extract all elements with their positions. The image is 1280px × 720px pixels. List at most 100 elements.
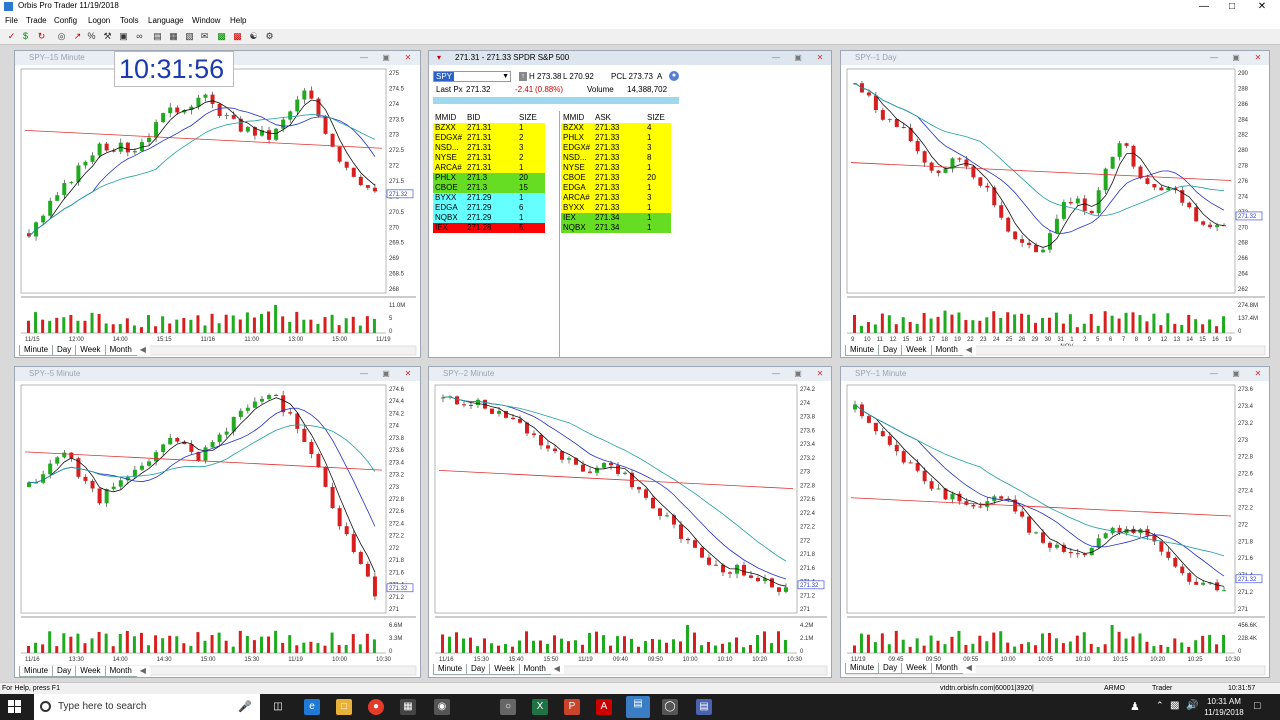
tab-scroll-left-icon[interactable]: ◀: [961, 663, 976, 673]
tab-scroll-left-icon[interactable]: ◀: [135, 666, 150, 676]
tab-scroll-left-icon[interactable]: ◀: [135, 345, 150, 355]
red-grid-icon[interactable]: ▩: [232, 31, 243, 42]
edge-icon[interactable]: e: [304, 699, 320, 715]
window-icon[interactable]: ▣: [118, 31, 129, 42]
chevron-up-icon[interactable]: ⌃: [1156, 700, 1164, 711]
ask-col-header[interactable]: MMID: [563, 113, 584, 123]
tab-week[interactable]: Week: [901, 345, 932, 356]
ask-col-header[interactable]: ASK: [595, 113, 611, 123]
arrow-icon[interactable]: ✓: [6, 31, 17, 42]
ask-row[interactable]: IEX 271.34 1: [561, 213, 671, 223]
bid-row[interactable]: BZXX 271.31 1: [433, 123, 545, 133]
dollar-icon[interactable]: $: [20, 31, 31, 42]
tab-minute[interactable]: Minute: [433, 664, 468, 675]
chart-panel-5min[interactable]: SPY--5 Minute — ▣ ✕ 274.6 274.4 274.2 274 27…: [14, 366, 421, 678]
layout-icon[interactable]: ▧: [184, 31, 195, 42]
menu-config[interactable]: Config: [54, 14, 77, 28]
people-icon[interactable]: ♟: [1130, 700, 1140, 713]
bid-row[interactable]: NSD... 271.31 3: [433, 143, 545, 153]
tab-day[interactable]: Day: [52, 666, 77, 677]
chevron-down-icon[interactable]: ▼: [502, 72, 509, 81]
bid-row[interactable]: CBOE 271.3 15: [433, 183, 545, 193]
tools-icon[interactable]: ⚒: [102, 31, 113, 42]
close-icon[interactable]: ✕: [1244, 0, 1280, 13]
tab-scroll-left-icon[interactable]: ◀: [549, 664, 564, 674]
chart-up-icon[interactable]: ↗: [72, 31, 83, 42]
tab-day[interactable]: Day: [878, 345, 903, 356]
menu-tools[interactable]: Tools: [120, 14, 139, 28]
minimize-icon[interactable]: —: [771, 53, 781, 62]
powerpoint-icon[interactable]: P: [564, 699, 580, 715]
tab-week[interactable]: Week: [75, 666, 106, 677]
notification-icon[interactable]: □: [1254, 700, 1261, 712]
tab-minute[interactable]: Minute: [845, 663, 880, 674]
bid-row[interactable]: EDGA 271.29 6: [433, 203, 545, 213]
chart-panel-15min[interactable]: SPY--15 Minute — ▣ ✕ 275 274.5 274 273.5 273…: [14, 50, 421, 358]
tab-day[interactable]: Day: [878, 663, 903, 674]
tab-month[interactable]: Month: [104, 345, 137, 356]
level2-quote-panel[interactable]: 271.31 - 271.33 SPDR S&P 500 ▾ — ▣ ✕ SPY…: [428, 50, 832, 358]
ask-row[interactable]: BYXX 271.33 1: [561, 203, 671, 213]
ask-row[interactable]: BZXX 271.33 4: [561, 123, 671, 133]
refresh-icon[interactable]: ↻: [36, 31, 47, 42]
menu-window[interactable]: Window: [192, 14, 220, 28]
tab-week[interactable]: Week: [901, 663, 932, 674]
bid-row[interactable]: PHLX 271.3 20: [433, 173, 545, 183]
bid-col-header[interactable]: SIZE: [519, 113, 537, 123]
tab-day[interactable]: Day: [52, 345, 77, 356]
orbis-trader-icon[interactable]: ▤: [626, 696, 650, 718]
bid-row[interactable]: NYSE 271.31 2: [433, 153, 545, 163]
settings-icon[interactable]: ⚙: [264, 31, 275, 42]
help-icon[interactable]: ☯: [248, 31, 259, 42]
app-icon[interactable]: ○: [500, 699, 516, 715]
bid-row[interactable]: NQBX 271.29 1: [433, 213, 545, 223]
link-icon[interactable]: ∞: [134, 31, 145, 42]
menu-trade[interactable]: Trade: [26, 14, 47, 28]
app-icon[interactable]: ▤: [696, 699, 712, 715]
file-explorer-icon[interactable]: □: [336, 699, 352, 715]
tab-week[interactable]: Week: [75, 345, 106, 356]
ask-col-header[interactable]: SIZE: [647, 113, 665, 123]
tab-month[interactable]: Month: [930, 663, 963, 674]
taskbar-search-box[interactable]: Type here to search 🎤: [34, 694, 260, 720]
ask-row[interactable]: PHLX 271.33 1: [561, 133, 671, 143]
windows-start-icon[interactable]: [8, 700, 22, 714]
bid-row[interactable]: BYXX 271.29 1: [433, 193, 545, 203]
tab-day[interactable]: Day: [466, 664, 491, 675]
pdf-icon[interactable]: A: [596, 699, 612, 715]
bid-col-header[interactable]: MMID: [435, 113, 456, 123]
tab-week[interactable]: Week: [489, 664, 520, 675]
ask-row[interactable]: EDGA 271.33 1: [561, 183, 671, 193]
volume-icon[interactable]: 🔊: [1186, 700, 1198, 711]
taskbar-clock[interactable]: 10:31 AM 11/19/2018: [1204, 696, 1244, 718]
tab-month[interactable]: Month: [518, 664, 551, 675]
tab-minute[interactable]: Minute: [19, 345, 54, 356]
tab-month[interactable]: Month: [930, 345, 963, 356]
bid-row[interactable]: ARCA# 271.31 1: [433, 163, 545, 173]
bid-row[interactable]: EDGX# 271.31 2: [433, 133, 545, 143]
chart-day[interactable]: 2902882862842822802782762742722702682662…: [841, 51, 1270, 358]
chart-1min[interactable]: 273.6 273.4 273.2 273 272.8 272.6 272.4 272.2 27…: [841, 367, 1270, 678]
green-grid-icon[interactable]: ▩: [216, 31, 227, 42]
target-icon[interactable]: ◎: [56, 31, 67, 42]
tab-scroll-left-icon[interactable]: ◀: [961, 345, 976, 355]
chart-5min[interactable]: 274.6 274.4 274.2 274 273.8 273.6 273.4 273.2 27…: [15, 367, 421, 678]
tab-minute[interactable]: Minute: [19, 666, 54, 677]
app-icon[interactable]: ◯: [662, 699, 678, 715]
ask-row[interactable]: NYSE 271.33 1: [561, 163, 671, 173]
ask-row[interactable]: ARCA# 271.33 3: [561, 193, 671, 203]
chart-panel-1min[interactable]: SPY--1 Minute — ▣ ✕ 273.6 273.4 273.2 273 27…: [840, 366, 1270, 678]
ask-row[interactable]: EDGX# 271.33 3: [561, 143, 671, 153]
mail-icon[interactable]: ✉: [199, 31, 210, 42]
chart-2min[interactable]: 274.2 274 273.8 273.6 273.4 273.2 273 272.8 272.…: [429, 367, 832, 678]
chart-15min[interactable]: 275274.5274273.5273272.5272271.5271270.5…: [15, 51, 421, 358]
chart-panel-2min[interactable]: SPY--2 Minute — ▣ ✕ 274.2 274 273.8 273.6 27…: [428, 366, 832, 678]
chrome-icon[interactable]: ●: [368, 699, 384, 715]
ask-row[interactable]: NQBX 271.34 1: [561, 223, 671, 233]
menu-language[interactable]: Language: [148, 14, 184, 28]
store-icon[interactable]: ▦: [400, 699, 416, 715]
app-icon[interactable]: ◉: [434, 699, 450, 715]
tab-month[interactable]: Month: [104, 666, 137, 677]
task-view-icon[interactable]: ◫: [270, 699, 286, 715]
ask-row[interactable]: CBOE 271.33 20: [561, 173, 671, 183]
